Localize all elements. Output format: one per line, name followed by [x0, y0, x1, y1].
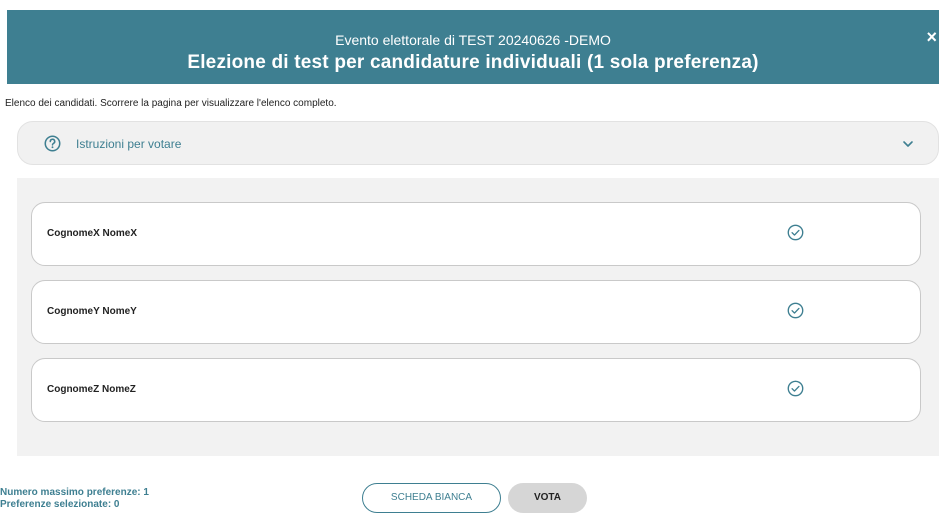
close-icon[interactable]: ×: [926, 28, 937, 46]
candidate-card-x[interactable]: CognomeX NomeX: [31, 202, 921, 266]
check-circle-icon[interactable]: [787, 224, 804, 241]
ballot-title: Elezione di test per candidature individ…: [187, 52, 759, 73]
candidate-card-z[interactable]: CognomeZ NomeZ: [31, 358, 921, 422]
preferences-info: Numero massimo preferenze: 1 Preferenze …: [0, 487, 149, 511]
question-circle-icon: [44, 135, 61, 152]
ballot-header: Evento elettorale di TEST 20240626 -DEMO…: [7, 10, 939, 84]
candidate-card-y[interactable]: CognomeY NomeY: [31, 280, 921, 344]
selected-preferences-text: Preferenze selezionate: 0: [0, 499, 120, 510]
chevron-down-icon[interactable]: [902, 138, 914, 150]
candidate-name: CognomeZ NomeZ: [47, 384, 136, 395]
max-preferences-text: Numero massimo preferenze: 1: [0, 487, 149, 498]
candidate-name: CognomeY NomeY: [47, 306, 137, 317]
voting-instructions-accordion[interactable]: Istruzioni per votare: [17, 121, 939, 165]
blank-ballot-button[interactable]: SCHEDA BIANCA: [362, 483, 501, 513]
voting-instructions-label: Istruzioni per votare: [76, 137, 182, 151]
check-circle-icon[interactable]: [787, 302, 804, 319]
candidate-name: CognomeX NomeX: [47, 228, 138, 239]
vote-button[interactable]: VOTA: [508, 483, 587, 513]
check-circle-icon[interactable]: [787, 380, 804, 397]
candidate-list: CognomeX NomeX CognomeY NomeY CognomeZ N…: [17, 178, 939, 456]
candidate-list-intro: Elenco dei candidati. Scorrere la pagina…: [5, 98, 337, 109]
election-event-subtitle: Evento elettorale di TEST 20240626 -DEMO: [335, 32, 611, 48]
